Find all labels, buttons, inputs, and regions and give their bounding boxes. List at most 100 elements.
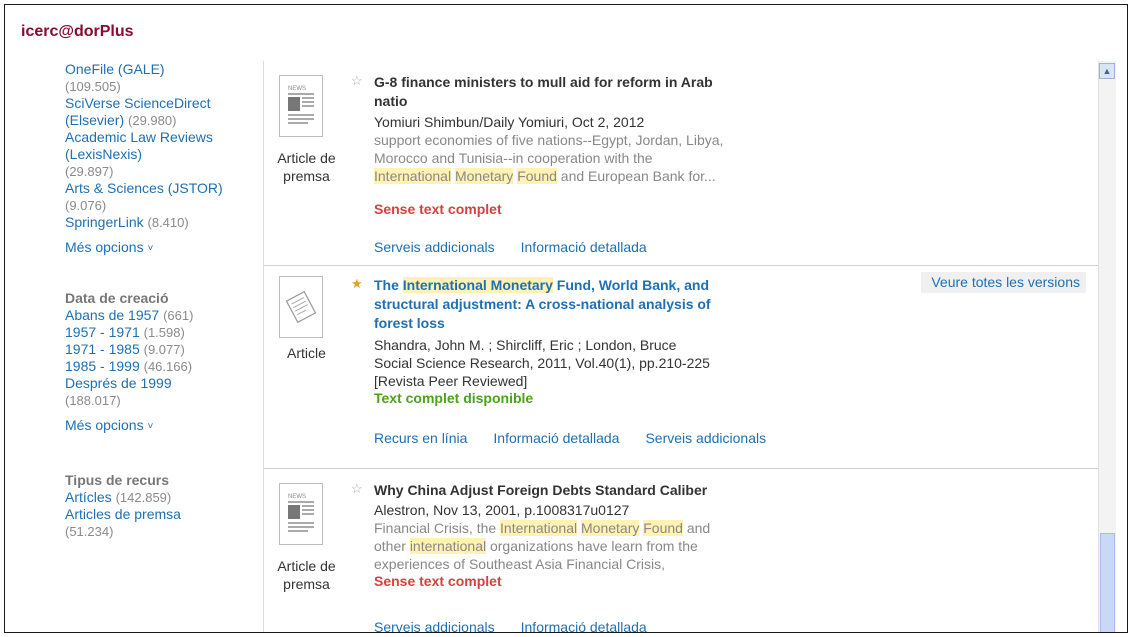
snippet-text: other [374, 538, 410, 554]
detailed-info-link[interactable]: Informació detallada [521, 619, 647, 632]
additional-services-link[interactable]: Serveis addicionals [374, 239, 495, 255]
facet-count: (46.166) [143, 359, 193, 374]
scroll-up-arrow-icon[interactable]: ▲ [1099, 63, 1115, 79]
facet-type[interactable]: Articles de premsa [65, 506, 260, 523]
facet-link[interactable]: Articles de premsa [65, 506, 181, 522]
result-title[interactable]: Why China Adjust Foreign Debts Standard … [374, 481, 834, 500]
result-source: Social Science Research, 2011, Vol.40(1)… [374, 355, 710, 371]
facet-count: (29.980) [128, 113, 177, 128]
result-title-line: structural adjustment: A cross-national … [374, 296, 711, 312]
facet-type[interactable]: Artícles (142.859) [65, 489, 260, 506]
result-type-label: Article de premsa [277, 558, 336, 592]
star-filled-icon[interactable]: ★ [351, 276, 363, 292]
star-outline-icon[interactable]: ☆ [351, 73, 363, 89]
facet-link[interactable]: Academic Law Reviews (LexisNexis) [65, 129, 213, 162]
result-snippet: Financial Crisis, the International Mone… [374, 519, 794, 573]
app-frame: icerc@dorPlus OneFile (GALE) (109.505) S… [4, 4, 1128, 633]
facet-link[interactable]: OneFile (GALE) [65, 61, 165, 77]
title-text: The [374, 277, 403, 293]
chevron-down-icon: ˅ [147, 421, 154, 432]
snippet-line: Morocco and Tunisia--in cooperation with… [374, 150, 653, 166]
facet-link[interactable]: Després de 1999 [65, 375, 172, 391]
svg-text:NEWS: NEWS [288, 494, 306, 500]
facet-link[interactable]: SpringerLink [65, 214, 144, 230]
additional-services-link[interactable]: Serveis addicionals [645, 430, 766, 446]
availability-status[interactable]: Text complet disponible [374, 390, 533, 406]
newspaper-icon[interactable]: NEWS [279, 75, 323, 137]
scrollbar-thumb[interactable] [1100, 533, 1115, 632]
detailed-info-link[interactable]: Informació detallada [521, 239, 647, 255]
article-icon[interactable] [279, 276, 323, 338]
result-title-line: G-8 finance ministers to mull aid for re… [374, 74, 713, 90]
brand-title: icerc@dorPlus [21, 23, 134, 40]
svg-text:NEWS: NEWS [288, 86, 306, 92]
facet-count: (8.410) [147, 215, 189, 230]
facet-sidebar: OneFile (GALE) (109.505) SciVerse Scienc… [65, 61, 260, 540]
facet-link[interactable]: Artícles [65, 489, 112, 505]
facet-source[interactable]: OneFile (GALE) [65, 61, 260, 78]
result-title[interactable]: The International Monetary Fund, World B… [374, 276, 804, 333]
facet-count: (188.017) [65, 393, 121, 408]
highlight: Monetary [581, 520, 640, 536]
chevron-down-icon: ˅ [147, 243, 154, 254]
results-scrollbar[interactable]: ▲ [1098, 61, 1116, 632]
facet-date[interactable]: Abans de 1957 (661) [65, 307, 260, 324]
facet-source[interactable]: Academic Law Reviews (LexisNexis) [65, 129, 260, 163]
more-options-link[interactable]: Més opcions ˅ [65, 417, 260, 436]
snippet-line: experiences of Southeast Asia Financial … [374, 556, 666, 572]
peer-reviewed-label: [Revista Peer Reviewed] [374, 373, 528, 389]
highlight: international [409, 538, 487, 554]
additional-services-link[interactable]: Serveis addicionals [374, 619, 495, 632]
all-versions-link[interactable]: Veure totes les versions [921, 272, 1086, 293]
highlight: Found [517, 168, 557, 184]
results-list: NEWS Article de premsa ☆ G-8 finance min… [264, 61, 1098, 632]
availability-status: Sense text complet [374, 201, 502, 217]
facet-count: (51.234) [65, 524, 114, 539]
facet-count: (142.859) [115, 490, 172, 505]
result-authors: Shandra, John M. ; Shircliff, Eric ; Lon… [374, 337, 677, 353]
more-options-link[interactable]: Més opcions ˅ [65, 239, 260, 258]
snippet-line: International Monetary Found and Europea… [374, 167, 794, 185]
snippet-line: other international organizations have l… [374, 537, 794, 555]
facet-link[interactable]: Arts & Sciences (JSTOR) [65, 180, 223, 196]
facet-link[interactable]: 1971 - 1985 [65, 341, 140, 357]
result-title-line: The International Monetary Fund, World B… [374, 276, 804, 295]
facet-count: (661) [163, 308, 194, 323]
snippet-text: and European Bank for... [556, 168, 716, 184]
facet-link[interactable]: 1957 - 1971 [65, 324, 140, 340]
snippet-text: and [682, 520, 711, 536]
facet-date[interactable]: Després de 1999 [65, 375, 260, 392]
newspaper-icon[interactable]: NEWS [279, 483, 323, 545]
type-facet-title: Tipus de recurs [65, 472, 170, 488]
snippet-text: Financial Crisis, the [374, 520, 501, 536]
result-item: NEWS Article de premsa ☆ Why China Adjus… [264, 469, 1098, 632]
snippet-line: support economies of five nations--Egypt… [374, 132, 724, 148]
snippet-line: Financial Crisis, the International Mone… [374, 519, 794, 537]
facet-source[interactable]: SciVerse ScienceDirect (Elsevier) (29.98… [65, 95, 260, 129]
highlight: International Monetary [402, 277, 553, 293]
more-options-label: Més opcions [65, 417, 144, 433]
snippet-text: organizations have learn from the [486, 538, 698, 554]
result-links: Serveis addicionals Informació detallada [374, 239, 673, 255]
result-title-line: forest loss [374, 315, 445, 331]
facet-count: (109.505) [65, 79, 121, 94]
highlight: Monetary [454, 168, 514, 184]
star-outline-icon[interactable]: ☆ [351, 481, 363, 497]
facet-date[interactable]: 1985 - 1999 (46.166) [65, 358, 260, 375]
facet-date[interactable]: 1957 - 1971 (1.598) [65, 324, 260, 341]
highlight: Found [643, 520, 683, 536]
result-title[interactable]: G-8 finance ministers to mull aid for re… [374, 73, 804, 111]
facet-count: (1.598) [143, 325, 185, 340]
title-text: Fund, World Bank, and [552, 277, 709, 293]
facet-link[interactable]: Abans de 1957 [65, 307, 159, 323]
facet-count: (9.076) [65, 198, 107, 213]
facet-source[interactable]: SpringerLink (8.410) [65, 214, 260, 231]
availability-status: Sense text complet [374, 573, 502, 589]
facet-date[interactable]: 1971 - 1985 (9.077) [65, 341, 260, 358]
more-options-label: Més opcions [65, 239, 144, 255]
facet-link[interactable]: 1985 - 1999 [65, 358, 140, 374]
online-resource-link[interactable]: Recurs en línia [374, 430, 467, 446]
facet-source[interactable]: Arts & Sciences (JSTOR) (9.076) [65, 180, 260, 214]
result-title-line: natio [374, 93, 408, 109]
detailed-info-link[interactable]: Informació detallada [493, 430, 619, 446]
